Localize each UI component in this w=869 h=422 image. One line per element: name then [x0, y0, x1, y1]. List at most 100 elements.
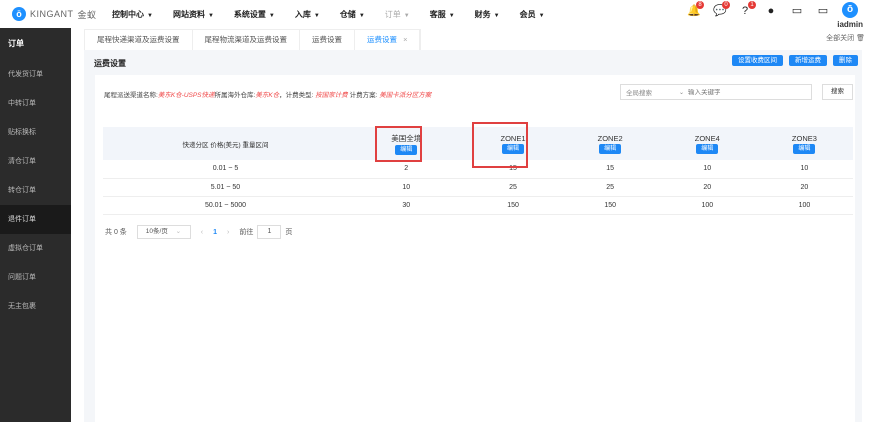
caret-down-icon: ▼: [268, 12, 275, 19]
next-page-button[interactable]: ›: [227, 229, 229, 236]
nav-item[interactable]: 客服 ▼: [430, 9, 455, 20]
main-nav: 控制中心 ▼ 网站资料 ▼ 系统设置 ▼ 入库 ▼ 仓储 ▼ 订单 ▼ 客服 ▼ 财务 ▼ 会员 ▼: [112, 9, 565, 20]
prev-page-button[interactable]: ‹: [201, 229, 203, 236]
user-menu[interactable]: ō iadmin: [837, 2, 863, 29]
tab[interactable]: 运费设置: [300, 30, 355, 50]
total-count: 共 0 条: [105, 229, 127, 236]
nav-label: 系统设置: [233, 9, 266, 19]
price-cell: 150: [464, 196, 562, 215]
content-panel: 运费设置 设置收费区间 新增运费 删除 尾程派送渠道名称:美东K仓-USPS快递所属…: [84, 50, 862, 422]
billing-plan-label: 计费方案:: [349, 92, 378, 99]
sidebar-item[interactable]: 中转订单: [0, 89, 71, 118]
chevron-down-icon[interactable]: ⌄: [679, 89, 684, 96]
brand-name: KINGANT: [30, 9, 74, 19]
highlight-box: [375, 126, 422, 162]
price-cell: 10: [658, 160, 756, 179]
nav-item[interactable]: 财务 ▼: [475, 9, 500, 20]
caret-down-icon: ▼: [493, 12, 500, 19]
channel-name-value: 美东K仓-USPS快递: [157, 92, 215, 99]
billing-plan-value: 美国卡派分区方案: [379, 92, 432, 99]
pagination: 共 0 条 10条/页 ⌄ ‹ 1 › 前往 1 页: [105, 225, 292, 239]
sidebar-item[interactable]: 虚拟仓订单: [0, 234, 71, 263]
tab-label: 尾程物流渠道及运费设置: [204, 35, 288, 44]
trash-icon: 🗑: [856, 35, 865, 42]
brand-sub: 金蚁: [77, 9, 97, 20]
zone-name: ZONE3: [791, 133, 817, 143]
goto-page-input[interactable]: 1: [257, 225, 282, 239]
sidebar-item[interactable]: 贴标换标: [0, 118, 71, 147]
globe-icon[interactable]: ●: [765, 5, 777, 17]
search-button[interactable]: 搜索: [822, 84, 853, 100]
action-button[interactable]: 设置收费区间: [732, 55, 783, 66]
zone-header: ZONE3 编辑: [755, 127, 853, 160]
price-cell: 30: [348, 196, 465, 215]
billing-type-value: 按国家计费: [315, 92, 348, 99]
channel-name-label: 尾程派送渠道名称:: [104, 92, 158, 99]
help-icon[interactable]: ? 1: [739, 1, 756, 17]
edit-zone-button[interactable]: 编辑: [599, 143, 622, 154]
caret-down-icon: ▼: [147, 12, 153, 19]
sidebar-item[interactable]: 转仓订单: [0, 176, 71, 205]
price-cell: 20: [658, 178, 756, 197]
search-scope-select[interactable]: 全局搜索: [621, 87, 679, 97]
warehouse-label: 所属海外仓库:: [214, 92, 256, 99]
logo: ō KINGANT 金蚁: [12, 7, 112, 21]
nav-label: 客服: [429, 9, 446, 19]
price-cell: 25: [464, 178, 562, 197]
sidebar-item[interactable]: 退件订单: [0, 205, 71, 234]
goto-label: 前往: [239, 229, 254, 236]
price-cell: 25: [561, 178, 659, 197]
sidebar-item[interactable]: 清仓订单: [0, 147, 71, 176]
sidebar-item[interactable]: 问题订单: [0, 263, 71, 292]
caret-down-icon: ▼: [538, 12, 545, 19]
close-icon[interactable]: ×: [403, 35, 407, 44]
tab[interactable]: 尾程快递渠道及运费设置: [85, 30, 193, 50]
bell-icon[interactable]: 🔔 8: [687, 1, 704, 17]
tab[interactable]: 运费设置 ×: [355, 30, 421, 50]
top-bar: ō KINGANT 金蚁 控制中心 ▼ 网站资料 ▼ 系统设置 ▼ 入库 ▼ 仓储 ▼ 订单 ▼ 客服 ▼…: [0, 0, 869, 29]
nav-item[interactable]: 系统设置 ▼: [234, 9, 275, 20]
sidebar-item[interactable]: 代发货订单: [0, 60, 71, 89]
message-icon[interactable]: 💬 0: [713, 1, 730, 17]
price-cell: 100: [755, 196, 853, 215]
caret-down-icon: ▼: [448, 12, 455, 19]
search-box: 全局搜索 ⌄: [620, 84, 812, 100]
nav-item[interactable]: 控制中心 ▼: [112, 9, 153, 20]
nav-item[interactable]: 会员 ▼: [520, 9, 545, 20]
edit-zone-button[interactable]: 编辑: [696, 143, 719, 154]
nav-label: 入库: [294, 9, 311, 19]
edit-zone-button[interactable]: 编辑: [793, 143, 816, 154]
ant-logo-icon: ō: [12, 7, 26, 21]
screen-icon[interactable]: ▭: [817, 5, 829, 17]
nav-item[interactable]: 订单 ▼: [385, 9, 410, 20]
action-button[interactable]: 删除: [833, 55, 858, 66]
weight-range: 5.01 ~ 50: [103, 178, 348, 197]
price-cell: 10: [755, 160, 853, 179]
monitor-icon[interactable]: ▭: [791, 5, 803, 17]
channel-info: 尾程派送渠道名称:美东K仓-USPS快递所属海外仓库:美东K仓，计费类型: 按国…: [104, 89, 431, 99]
nav-item[interactable]: 仓储 ▼: [340, 9, 365, 20]
nav-label: 仓储: [339, 9, 356, 19]
nav-item[interactable]: 入库 ▼: [295, 9, 320, 20]
nav-label: 会员: [519, 9, 536, 19]
page-size-select[interactable]: 10条/页 ⌄: [136, 225, 191, 239]
sidebar-item[interactable]: 无主包裹: [0, 292, 71, 321]
current-page[interactable]: 1: [213, 229, 217, 236]
sidebar: 订单 代发货订单 中转订单 贴标换标 清仓订单 转仓订单 退件订单 虚拟仓订单 问题订单 无主包…: [0, 28, 71, 422]
nav-item[interactable]: 网站资料 ▼: [173, 9, 214, 20]
page-unit-label: 页: [285, 229, 293, 236]
close-all-tabs-button[interactable]: 全部关闭 🗑: [826, 33, 865, 43]
table-row: 5.01 ~ 50 10 25 25 20 20: [103, 178, 853, 197]
price-cell: 150: [561, 196, 659, 215]
action-button[interactable]: 新增运费: [789, 55, 827, 66]
price-cell: 2: [348, 160, 465, 179]
notification-badge: 8: [696, 1, 704, 9]
zone-header: ZONE2 编辑: [561, 127, 659, 160]
page-tabs: 尾程快递渠道及运费设置 尾程物流渠道及运费设置 运费设置 运费设置 ×: [84, 29, 422, 50]
zone-header: ZONE4 编辑: [658, 127, 756, 160]
close-all-label: 全部关闭: [826, 35, 855, 42]
price-cell: 10: [348, 178, 465, 197]
table-row: 50.01 ~ 5000 30 150 150 100 100: [103, 196, 853, 215]
search-input[interactable]: [688, 88, 811, 96]
tab[interactable]: 尾程物流渠道及运费设置: [193, 30, 300, 50]
